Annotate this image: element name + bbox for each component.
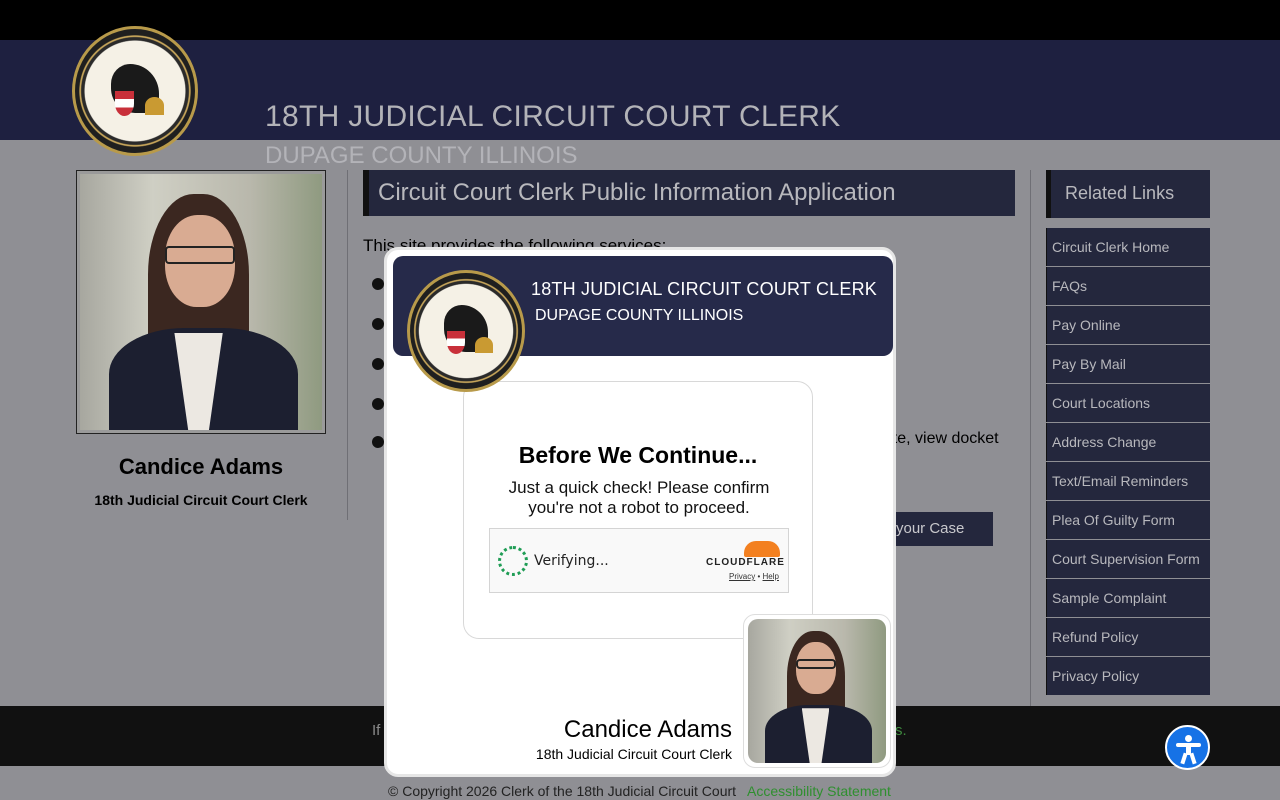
site-subtitle: DUPAGE COUNTY ILLINOIS bbox=[265, 142, 578, 169]
main-section-header: Circuit Court Clerk Public Information A… bbox=[363, 170, 1015, 216]
bullet-icon bbox=[372, 318, 384, 330]
modal-court-seal-logo bbox=[407, 270, 525, 392]
bullet-icon bbox=[372, 436, 384, 448]
cloudflare-wordmark: CLOUDFLARE bbox=[706, 557, 785, 568]
divider-right bbox=[1030, 170, 1031, 706]
footer-link-fragment[interactable]: s. bbox=[895, 722, 907, 739]
accessibility-statement-link[interactable]: Accessibility Statement bbox=[747, 783, 891, 799]
icon-leg-left bbox=[1180, 752, 1188, 765]
link-faqs[interactable]: FAQs bbox=[1046, 267, 1210, 305]
related-links-header: Related Links bbox=[1046, 170, 1210, 218]
check-instructions: Just a quick check! Please confirm you'r… bbox=[508, 478, 770, 517]
modal-clerk-role: 18th Judicial Circuit Court Clerk bbox=[535, 746, 732, 762]
link-plea-of-guilty-form[interactable]: Plea Of Guilty Form bbox=[1046, 501, 1210, 539]
main-section-title: Circuit Court Clerk Public Information A… bbox=[378, 179, 896, 206]
cloudflare-cloud-icon bbox=[744, 541, 780, 557]
shield-icon bbox=[446, 331, 465, 355]
clerk-portrait bbox=[80, 174, 322, 430]
portrait-glasses bbox=[796, 659, 837, 670]
icon-leg-right bbox=[1189, 752, 1197, 765]
link-pay-online[interactable]: Pay Online bbox=[1046, 306, 1210, 344]
link-refund-policy[interactable]: Refund Policy bbox=[1046, 618, 1210, 656]
divider-left bbox=[347, 170, 348, 520]
link-court-locations[interactable]: Court Locations bbox=[1046, 384, 1210, 422]
modal-clerk-photo bbox=[743, 614, 891, 768]
link-pay-by-mail[interactable]: Pay By Mail bbox=[1046, 345, 1210, 383]
link-court-supervision-form[interactable]: Court Supervision Form bbox=[1046, 540, 1210, 578]
cloudflare-help-link[interactable]: Help bbox=[763, 572, 779, 581]
shield-icon bbox=[114, 91, 134, 116]
cloudflare-turnstile-widget[interactable]: Verifying... CLOUDFLARE Privacy • Help bbox=[489, 528, 789, 593]
related-links-list: Circuit Clerk Home FAQs Pay Online Pay B… bbox=[1046, 228, 1210, 696]
footer-text-fragment: If bbox=[372, 722, 381, 739]
top-black-bar bbox=[0, 0, 1280, 40]
verifying-status: Verifying... bbox=[534, 553, 609, 569]
clerk-photo bbox=[76, 170, 326, 434]
cloudflare-links: Privacy • Help bbox=[729, 572, 779, 581]
modal-title: 18TH JUDICIAL CIRCUIT COURT CLERK bbox=[531, 279, 877, 299]
link-address-change[interactable]: Address Change bbox=[1046, 423, 1210, 461]
cloudflare-privacy-link[interactable]: Privacy bbox=[729, 572, 755, 581]
modal-clerk-name: Candice Adams bbox=[563, 716, 732, 743]
bullet-icon bbox=[372, 398, 384, 410]
clerk-name: Candice Adams bbox=[118, 454, 284, 479]
bullet-icon bbox=[372, 358, 384, 370]
link-text-email-reminders[interactable]: Text/Email Reminders bbox=[1046, 462, 1210, 500]
loading-spinner-icon bbox=[498, 546, 528, 576]
bullet-icon bbox=[372, 278, 384, 290]
accessibility-person-icon bbox=[1185, 735, 1192, 742]
portrait-glasses bbox=[164, 245, 235, 264]
cloudflare-link-separator: • bbox=[757, 572, 761, 581]
related-links-title: Related Links bbox=[1065, 183, 1175, 203]
robot-check-card: Before We Continue... Just a quick check… bbox=[463, 381, 813, 639]
sun-icon bbox=[474, 336, 493, 354]
link-sample-complaint[interactable]: Sample Complaint bbox=[1046, 579, 1210, 617]
copyright-text: © Copyright 2026 Clerk of the 18th Judic… bbox=[388, 783, 737, 799]
accessibility-button[interactable] bbox=[1165, 725, 1210, 770]
check-title: Before We Continue... bbox=[518, 442, 758, 468]
modal-subtitle: DUPAGE COUNTY ILLINOIS bbox=[535, 307, 744, 324]
verification-modal: 18TH JUDICIAL CIRCUIT COURT CLERK DUPAGE… bbox=[384, 247, 896, 777]
clerk-role: 18th Judicial Circuit Court Clerk bbox=[94, 492, 308, 508]
site-title: 18TH JUDICIAL CIRCUIT COURT CLERK bbox=[265, 100, 841, 133]
modal-clerk-portrait bbox=[748, 619, 886, 763]
court-seal-logo[interactable] bbox=[72, 26, 198, 156]
link-privacy-policy[interactable]: Privacy Policy bbox=[1046, 657, 1210, 695]
link-circuit-clerk-home[interactable]: Circuit Clerk Home bbox=[1046, 228, 1210, 266]
sun-icon bbox=[144, 97, 164, 115]
